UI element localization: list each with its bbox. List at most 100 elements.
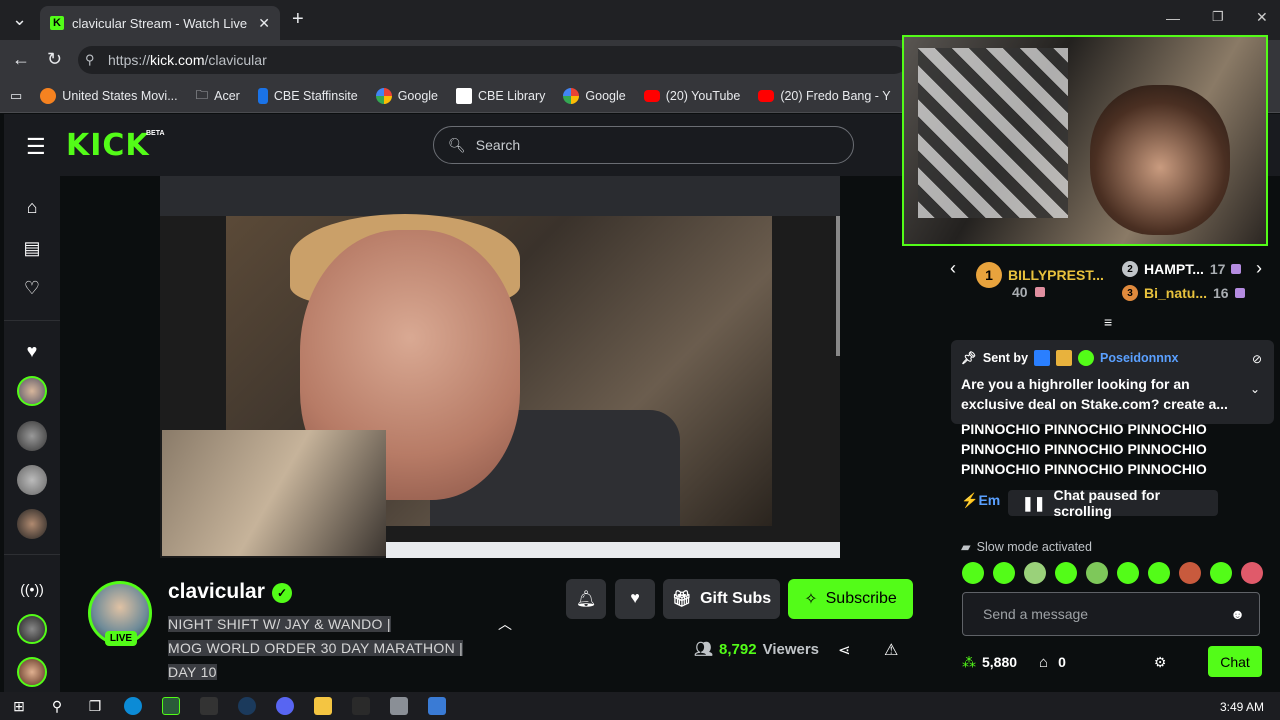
verified-badge-icon bbox=[1078, 350, 1095, 366]
pinned-username[interactable]: Poseidonnnx bbox=[1100, 351, 1178, 365]
followed-channel-avatar[interactable] bbox=[17, 376, 47, 406]
emote-icon[interactable] bbox=[1055, 562, 1077, 584]
emoji-picker-icon[interactable]: ☻ bbox=[1230, 606, 1245, 622]
bookmark-item[interactable]: (20) YouTube bbox=[643, 89, 740, 103]
notification-bell-button[interactable]: 🔔︎ bbox=[566, 579, 606, 619]
reload-icon[interactable]: ↻ bbox=[47, 49, 62, 70]
file-explorer-icon[interactable] bbox=[314, 697, 332, 715]
followed-channel-avatar[interactable] bbox=[17, 421, 47, 451]
emote-icon[interactable] bbox=[1117, 562, 1139, 584]
search-icon[interactable]: ⚲ bbox=[48, 697, 66, 715]
recommended-channel-avatar[interactable] bbox=[17, 657, 47, 687]
emote-icon[interactable] bbox=[1241, 562, 1263, 584]
chat-line: PINNOCHIO PINNOCHIO PINNOCHIO bbox=[961, 421, 1207, 437]
following-heart-filled-icon[interactable]: ♥ bbox=[20, 339, 44, 363]
recommended-channel-avatar[interactable] bbox=[17, 614, 47, 644]
gifter-count: 40 bbox=[1012, 284, 1028, 300]
tab-list-chevron-icon[interactable]: ⌄ bbox=[12, 9, 27, 30]
gift-icon bbox=[1234, 288, 1245, 298]
following-heart-icon[interactable]: ♡ bbox=[20, 276, 44, 300]
terminal-icon[interactable] bbox=[200, 697, 218, 715]
report-warning-icon[interactable]: ⚠ bbox=[884, 640, 898, 660]
chat-username[interactable]: ⚡Em bbox=[961, 492, 1000, 509]
store-count: 0 bbox=[1058, 654, 1066, 670]
store-icon[interactable] bbox=[428, 697, 446, 715]
live-broadcast-icon[interactable]: ((•)) bbox=[20, 577, 44, 601]
bookmark-item[interactable]: CBE Library bbox=[456, 88, 545, 104]
emote-icon[interactable] bbox=[1024, 562, 1046, 584]
expand-chevron-icon[interactable]: ⌄ bbox=[1250, 382, 1260, 396]
window-restore-icon[interactable]: ❐ bbox=[1212, 9, 1224, 25]
store-icon[interactable]: ⌂ bbox=[1039, 654, 1048, 671]
steam-icon[interactable] bbox=[238, 697, 256, 715]
hide-eye-icon[interactable]: ⊘ bbox=[1252, 352, 1262, 366]
browser-tab-active[interactable]: K clavicular Stream - Watch Live on ✕ bbox=[40, 6, 280, 40]
rank-1-icon: 1 bbox=[976, 262, 1002, 288]
gift-icon bbox=[1035, 287, 1045, 297]
rank-3-icon: 3 bbox=[1122, 285, 1138, 301]
home-icon[interactable]: ⌂ bbox=[20, 195, 44, 219]
emote-icon[interactable] bbox=[1210, 562, 1232, 584]
task-view-icon[interactable]: ❐ bbox=[86, 697, 104, 715]
subscribe-button[interactable]: ✧ Subscribe bbox=[788, 579, 913, 619]
emote-icon[interactable] bbox=[962, 562, 984, 584]
site-info-icon[interactable]: ⚲ bbox=[85, 52, 95, 68]
epic-games-icon[interactable] bbox=[352, 697, 370, 715]
gift-subs-button[interactable]: 🎁︎ Gift Subs bbox=[663, 579, 780, 619]
windows-start-icon[interactable]: ⊞ bbox=[10, 697, 28, 715]
gifter-name: Bi_natu... bbox=[1144, 285, 1208, 301]
channel-name[interactable]: clavicular bbox=[168, 580, 265, 604]
url-field[interactable]: https://kick.com/clavicular bbox=[78, 46, 908, 74]
chat-paused-banner[interactable]: ❚❚ Chat paused for scrolling bbox=[1008, 487, 1218, 519]
search-icon: 🔍︎ bbox=[448, 136, 466, 153]
chat-username-text: Em bbox=[978, 492, 1001, 508]
bookmark-item[interactable]: 🗀 Acer bbox=[196, 86, 240, 107]
chat-paused-label: Chat paused for scrolling bbox=[1053, 487, 1161, 519]
emote-icon[interactable] bbox=[1086, 562, 1108, 584]
pip-pixelated-region bbox=[918, 48, 1068, 218]
chat-settings-gear-icon[interactable]: ⚙ bbox=[1154, 654, 1167, 671]
bookmark-item[interactable]: Google bbox=[563, 88, 626, 104]
leaderboard-prev-chevron-icon[interactable]: ‹ bbox=[950, 258, 956, 279]
pinned-message[interactable]: 📌︎ Sent by Poseidonnnx Are you a highrol… bbox=[951, 340, 1274, 424]
browse-icon[interactable]: ▤ bbox=[20, 236, 44, 260]
apps-icon[interactable]: ▭ bbox=[10, 88, 22, 104]
bookmark-item[interactable]: Google bbox=[375, 88, 438, 104]
followed-channel-avatar[interactable] bbox=[17, 509, 47, 539]
app-icon[interactable] bbox=[390, 697, 408, 715]
edge-browser-icon[interactable] bbox=[124, 697, 142, 715]
emote-icon[interactable] bbox=[1148, 562, 1170, 584]
bookmark-item[interactable]: (20) Fredo Bang - Y bbox=[758, 89, 891, 103]
chat-message-input[interactable]: Send a message ☻ bbox=[962, 592, 1260, 636]
slow-mode-label: Slow mode activated bbox=[976, 539, 1092, 554]
gifter-count: 16 bbox=[1213, 285, 1229, 301]
channel-points-icon[interactable]: ⁂ bbox=[962, 654, 976, 671]
chat-collapse-icon[interactable]: ≡ bbox=[1104, 314, 1112, 330]
hamburger-menu-icon[interactable]: ☰ bbox=[26, 134, 46, 160]
window-close-icon[interactable]: ✕ bbox=[1256, 9, 1268, 26]
emote-icon[interactable] bbox=[1179, 562, 1201, 584]
share-icon[interactable]: ⋖ bbox=[838, 641, 851, 659]
followed-channel-avatar[interactable] bbox=[17, 465, 47, 495]
new-tab-button[interactable]: + bbox=[292, 8, 304, 31]
bookmark-item[interactable]: CBE Staffinsite bbox=[257, 88, 358, 104]
chat-send-button[interactable]: Chat bbox=[1208, 646, 1262, 677]
bookmark-item[interactable]: United States Movi... bbox=[40, 88, 178, 104]
emote-icon[interactable] bbox=[993, 562, 1015, 584]
leaderboard-next-chevron-icon[interactable]: › bbox=[1256, 258, 1262, 279]
bookmark-label: United States Movi... bbox=[62, 89, 178, 103]
discord-icon[interactable] bbox=[276, 697, 294, 715]
pin-icon: 📌︎ bbox=[961, 350, 977, 365]
search-input[interactable]: 🔍︎ Search bbox=[433, 126, 854, 164]
follow-button[interactable]: ♥ bbox=[615, 579, 655, 619]
windows-taskbar: ⊞ ⚲ ❐ bbox=[0, 692, 1280, 720]
gift-subs-label: Gift Subs bbox=[700, 590, 772, 607]
kick-logo[interactable]: KICK bbox=[66, 128, 150, 163]
folder-icon: 🗀 bbox=[195, 87, 209, 102]
bookmark-label: (20) Fredo Bang - Y bbox=[780, 89, 891, 103]
tab-close-icon[interactable]: ✕ bbox=[258, 15, 270, 32]
kick-app-icon[interactable] bbox=[162, 697, 180, 715]
window-minimize-icon[interactable]: — bbox=[1166, 10, 1180, 26]
back-arrow-icon[interactable]: ← bbox=[12, 49, 30, 70]
collapse-chevron-up-icon[interactable]: ︿ bbox=[498, 614, 512, 634]
